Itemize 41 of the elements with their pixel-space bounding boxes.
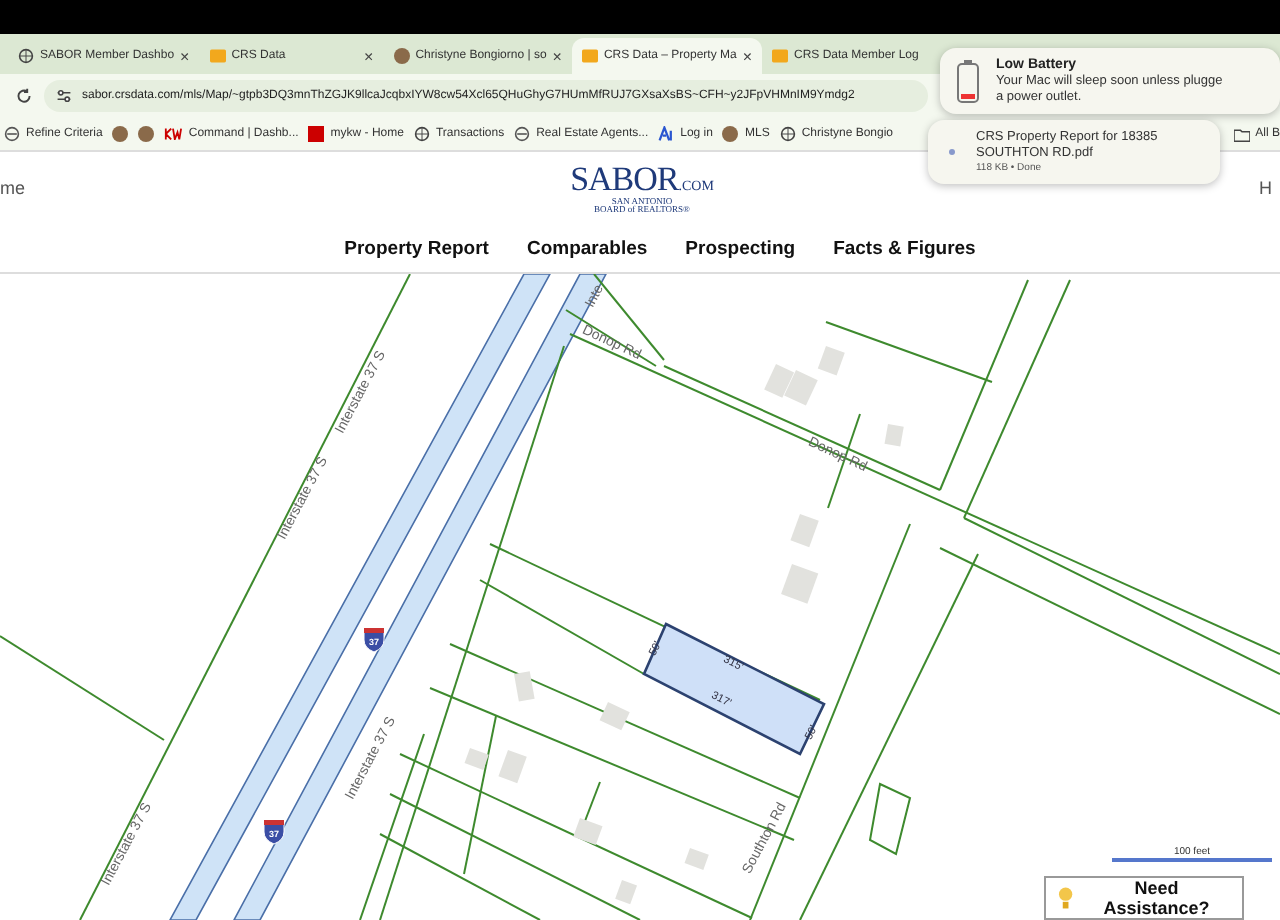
lightbulb-icon xyxy=(1058,886,1074,910)
close-icon[interactable]: × xyxy=(180,47,190,65)
globe-icon xyxy=(413,126,430,142)
building-footprint xyxy=(498,750,527,784)
kw-logo-icon xyxy=(308,126,325,142)
nav-link[interactable]: Prospecting xyxy=(685,237,796,259)
battery-icon xyxy=(956,59,980,103)
building-footprint xyxy=(684,848,709,870)
building-footprint xyxy=(884,424,904,447)
kw-logo-icon xyxy=(164,128,183,140)
building-footprint xyxy=(790,514,819,548)
ai-logo-icon xyxy=(658,126,675,142)
building-footprint xyxy=(514,671,535,702)
crs-logo-icon xyxy=(581,48,598,64)
crs-logo-icon xyxy=(209,48,226,64)
building-footprint xyxy=(781,564,819,604)
close-icon[interactable]: × xyxy=(364,47,374,65)
nav-link[interactable]: Property Report xyxy=(344,237,489,259)
avatar-icon xyxy=(722,126,739,142)
globe-icon xyxy=(18,48,34,64)
building-footprint xyxy=(464,748,489,770)
folder-icon xyxy=(1233,127,1250,141)
reload-icon[interactable] xyxy=(16,88,32,104)
site-settings-icon[interactable] xyxy=(56,88,72,104)
header-link[interactable]: H xyxy=(1259,178,1272,198)
nav-link[interactable]: Facts & Figures xyxy=(833,237,976,259)
building-footprint xyxy=(599,702,630,731)
avatar-icon xyxy=(393,48,410,64)
need-assistance-button[interactable]: Need Assistance? xyxy=(1044,876,1244,920)
selected-parcel[interactable] xyxy=(642,622,826,756)
home-link[interactable]: me xyxy=(0,178,26,198)
close-icon[interactable]: × xyxy=(742,47,752,65)
close-icon[interactable]: × xyxy=(552,47,562,65)
crs-logo-icon xyxy=(772,48,788,64)
building-footprint xyxy=(764,364,795,398)
building-footprint xyxy=(784,370,818,406)
globe-icon xyxy=(779,126,796,142)
building-footprint xyxy=(615,880,638,905)
building-footprint xyxy=(817,346,845,376)
nav-link[interactable]: Comparables xyxy=(526,237,648,259)
building-footprint xyxy=(573,818,603,845)
